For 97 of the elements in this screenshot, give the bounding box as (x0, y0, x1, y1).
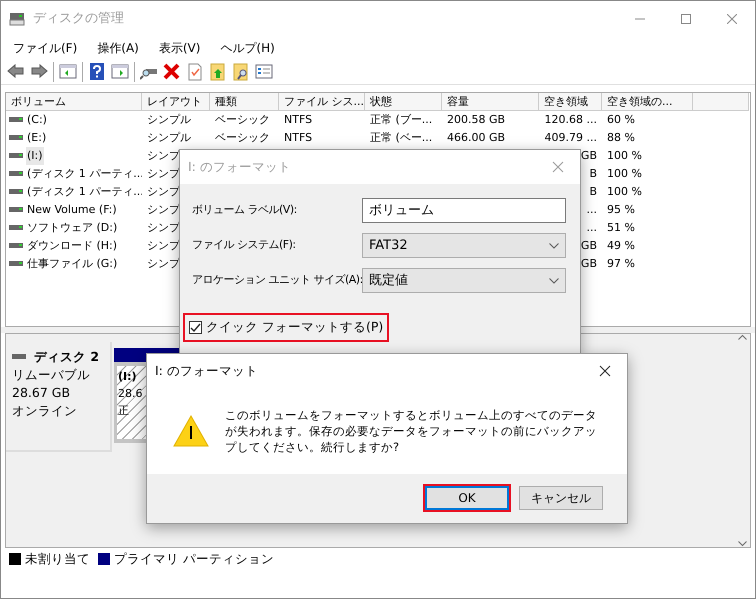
volume-name[interactable]: (E:) (26, 129, 48, 147)
partition-label: (I:) (118, 370, 137, 383)
dialog-button[interactable]: キャンセル (519, 486, 603, 510)
table-cell: 100 % (607, 185, 642, 198)
table-cell: B (589, 167, 597, 180)
forward-arrow-icon[interactable] (30, 62, 48, 80)
table-cell: NTFS (284, 113, 312, 126)
table-cell: ベーシック (215, 113, 270, 126)
column-header[interactable]: ボリューム (6, 93, 142, 111)
column-header[interactable]: レイアウト (142, 93, 210, 111)
partition-size: 28.6 (118, 387, 142, 400)
disk-drive-icon (9, 12, 25, 26)
table-cell: ... (586, 203, 597, 216)
chevron-down-icon (549, 278, 559, 284)
panel-icon[interactable] (59, 62, 77, 80)
volume-name[interactable]: ダウンロード (H:) (26, 237, 118, 255)
table-cell: 200.58 GB (447, 113, 506, 126)
dialog-title: I: のフォーマット (188, 158, 291, 176)
table-cell: NTFS (284, 131, 312, 144)
dialog-button[interactable]: OK (425, 486, 509, 510)
table-cell: 466.00 GB (447, 131, 506, 144)
drive-icon (9, 189, 23, 195)
back-arrow-icon[interactable] (7, 62, 25, 80)
partition-status: 正 (118, 404, 129, 417)
field-label: アロケーション ユニット サイズ(A): (192, 272, 362, 288)
menu-item[interactable]: ファイル(F) (5, 39, 86, 57)
table-cell: 97 % (607, 257, 635, 270)
drive-icon (9, 153, 23, 159)
table-cell: B (589, 185, 597, 198)
drive-icon (9, 171, 23, 177)
scroll-up-icon[interactable] (738, 334, 746, 340)
delete-icon[interactable] (163, 62, 181, 80)
dropdown[interactable]: FAT32 (362, 233, 566, 258)
field-label: ボリューム ラベル(V): (192, 202, 298, 218)
folder-search-icon[interactable] (232, 62, 250, 80)
close-icon[interactable] (599, 365, 611, 377)
volume-name[interactable]: 仕事ファイル (G:) (26, 255, 118, 273)
help-icon[interactable] (88, 62, 106, 80)
panel-icon[interactable] (111, 62, 129, 80)
volume-name[interactable]: ソフトウェア (D:) (26, 219, 118, 237)
table-cell: 95 % (607, 203, 635, 216)
column-header[interactable]: 空き領域の... (602, 93, 693, 111)
table-cell: 51 % (607, 221, 635, 234)
volume-name[interactable]: New Volume (F:) (26, 201, 118, 219)
table-cell: GB (580, 257, 597, 270)
volume-name[interactable]: (I:) (26, 147, 44, 165)
document-check-icon[interactable] (186, 62, 204, 80)
table-cell: 409.79 ... (544, 131, 597, 144)
disk-size: 28.67 GB (12, 384, 72, 402)
table-cell: シンプル (147, 131, 191, 144)
checklist-icon[interactable] (255, 62, 273, 80)
table-cell: ... (586, 221, 597, 234)
column-header[interactable]: 状態 (365, 93, 442, 111)
table-cell: 88 % (607, 131, 635, 144)
column-header[interactable]: 空き領域 (539, 93, 602, 111)
warning-icon (173, 415, 209, 447)
checkbox-label[interactable]: クイック フォーマットする(P) (206, 318, 384, 337)
drive-icon (12, 354, 26, 360)
disk-type: リムーバブル (12, 366, 91, 384)
legend-label: プライマリ パーティション (114, 550, 274, 568)
dropdown[interactable]: 既定値 (362, 268, 566, 293)
drive-icon (9, 207, 23, 213)
chevron-down-icon (549, 242, 559, 248)
table-cell: シンプル (147, 113, 191, 126)
column-header[interactable]: 種類 (210, 93, 279, 111)
scroll-down-icon[interactable] (738, 541, 746, 547)
menu-item[interactable]: 操作(A) (89, 39, 147, 57)
disk-name: ディスク 2 (34, 348, 100, 366)
menu-item[interactable]: 表示(V) (150, 39, 208, 57)
window-title: ディスクの管理 (33, 10, 124, 28)
volume-name[interactable]: (C:) (26, 111, 48, 129)
table-cell: 60 % (607, 113, 635, 126)
drive-icon (9, 117, 23, 123)
dialog-title: I: のフォーマット (155, 362, 258, 380)
table-cell: ベーシック (215, 131, 270, 144)
table-cell: 120.68 ... (544, 113, 597, 126)
column-header[interactable]: ファイル シス... (279, 93, 365, 111)
warning-message: このボリュームをフォーマットするとボリューム上のすべてのデータが失われます。保存の必要なデータをフォーマットの前にバックアップしてください。続行しますか? (225, 407, 598, 455)
table-cell: 正常 (ベー... (370, 131, 432, 144)
checkbox[interactable] (189, 320, 202, 334)
text-field[interactable]: ボリューム (362, 198, 566, 223)
drive-icon (9, 135, 23, 141)
column-header[interactable]: 容量 (442, 93, 539, 111)
table-cell: 100 % (607, 149, 642, 162)
folder-up-icon[interactable] (209, 62, 227, 80)
table-cell: GB (580, 149, 597, 162)
drive-icon (9, 261, 23, 267)
legend-label: 未割り当て (25, 550, 90, 568)
table-cell: 100 % (607, 167, 642, 180)
table-cell: 正常 (ブー... (370, 113, 432, 126)
menu-item[interactable]: ヘルプ(H) (212, 39, 283, 57)
table-cell: 49 % (607, 239, 635, 252)
disk-status: オンライン (12, 402, 78, 420)
drive-icon (9, 225, 23, 231)
table-cell: GB (580, 239, 597, 252)
field-label: ファイル システム(F): (192, 237, 297, 254)
drive-icon (9, 243, 23, 249)
